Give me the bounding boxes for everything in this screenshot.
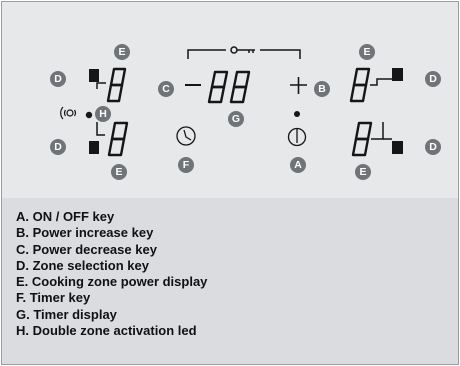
svg-text:D: D bbox=[54, 73, 62, 85]
zone-connector bbox=[96, 122, 105, 136]
svg-text:E: E bbox=[363, 46, 370, 58]
zone-bottom-left bbox=[89, 121, 129, 157]
clock-icon[interactable] bbox=[176, 126, 196, 146]
badge-zone-select-top-left: D bbox=[50, 71, 66, 87]
badge-zone-select-top-right: D bbox=[425, 71, 441, 87]
svg-text:D: D bbox=[54, 141, 62, 153]
control-panel-figure: E D C H D E G F B A E D D E A. ON / OFF … bbox=[1, 1, 459, 365]
svg-text:H: H bbox=[99, 108, 107, 120]
zone-top-right bbox=[349, 67, 403, 103]
badge-zone-display-top-right: E bbox=[359, 44, 375, 60]
zone-select-key-top-left[interactable] bbox=[89, 69, 99, 82]
legend-box: A. ON / OFF key B. Power increase key C.… bbox=[2, 198, 458, 364]
badge-on-off: A bbox=[290, 157, 306, 173]
legend-item: D. Zone selection key bbox=[16, 257, 149, 273]
zone-power-display-top-left bbox=[106, 67, 127, 103]
zone-power-display-bottom-left bbox=[107, 121, 129, 157]
svg-text:D: D bbox=[429, 73, 437, 85]
badge-double-zone-led: H bbox=[95, 106, 111, 122]
legend-item: B. Power increase key bbox=[16, 225, 154, 241]
zone-power-display-bottom-right bbox=[351, 121, 373, 157]
badge-timer-key: F bbox=[178, 157, 194, 173]
double-zone-icon[interactable] bbox=[60, 106, 76, 120]
zone-bottom-right bbox=[351, 121, 403, 157]
zone-select-key-bottom-left[interactable] bbox=[89, 141, 99, 154]
legend-item: E. Cooking zone power display bbox=[16, 274, 208, 290]
zone-connector bbox=[370, 78, 392, 86]
badge-zone-display-bottom-right: E bbox=[355, 164, 371, 180]
legend-list: A. ON / OFF key B. Power increase key C.… bbox=[16, 209, 207, 339]
svg-text:F: F bbox=[183, 159, 190, 171]
legend-item: C. Power decrease key bbox=[16, 241, 157, 257]
svg-text:E: E bbox=[359, 166, 366, 178]
svg-text:B: B bbox=[318, 83, 326, 95]
svg-text:C: C bbox=[162, 83, 170, 95]
legend-item: F. Timer key bbox=[16, 290, 91, 306]
badge-power-increase: B bbox=[314, 81, 330, 97]
zone-select-key-top-right[interactable] bbox=[392, 68, 403, 81]
zone-connector bbox=[96, 82, 106, 89]
hob-control-panel: E D C H D E G F B A E D D E bbox=[2, 2, 458, 198]
plus-icon[interactable] bbox=[290, 77, 307, 94]
badge-timer-display: G bbox=[228, 111, 244, 127]
timer-display bbox=[207, 70, 251, 104]
badge-zone-select-bottom-left: D bbox=[50, 139, 66, 155]
double-zone-led bbox=[85, 111, 93, 119]
svg-text:G: G bbox=[232, 113, 240, 125]
key-lock-icon bbox=[187, 46, 301, 59]
badge-power-decrease: C bbox=[158, 81, 174, 97]
zone-top-left bbox=[89, 67, 127, 103]
zone-select-key-bottom-right[interactable] bbox=[392, 141, 403, 154]
legend-item: H. Double zone activation led bbox=[16, 323, 197, 339]
legend-item: G. Timer display bbox=[16, 306, 117, 322]
svg-text:E: E bbox=[118, 46, 125, 58]
badge-zone-display-bottom-left: E bbox=[111, 164, 127, 180]
svg-text:A: A bbox=[294, 159, 302, 171]
power-led bbox=[294, 111, 300, 117]
legend-item: A. ON / OFF key bbox=[16, 209, 115, 224]
power-icon[interactable] bbox=[287, 111, 307, 147]
zone-connector bbox=[371, 122, 384, 140]
svg-text:D: D bbox=[429, 141, 437, 153]
badge-zone-display-top-left: E bbox=[114, 44, 130, 60]
svg-text:E: E bbox=[115, 166, 122, 178]
control-panel-drawing: E D C H D E G F B A E D D E bbox=[50, 44, 441, 180]
badge-zone-select-bottom-right: D bbox=[425, 139, 441, 155]
callout-badges: E D C H D E G F B A E D D E bbox=[50, 44, 441, 180]
zone-power-display-top-right bbox=[349, 67, 371, 103]
